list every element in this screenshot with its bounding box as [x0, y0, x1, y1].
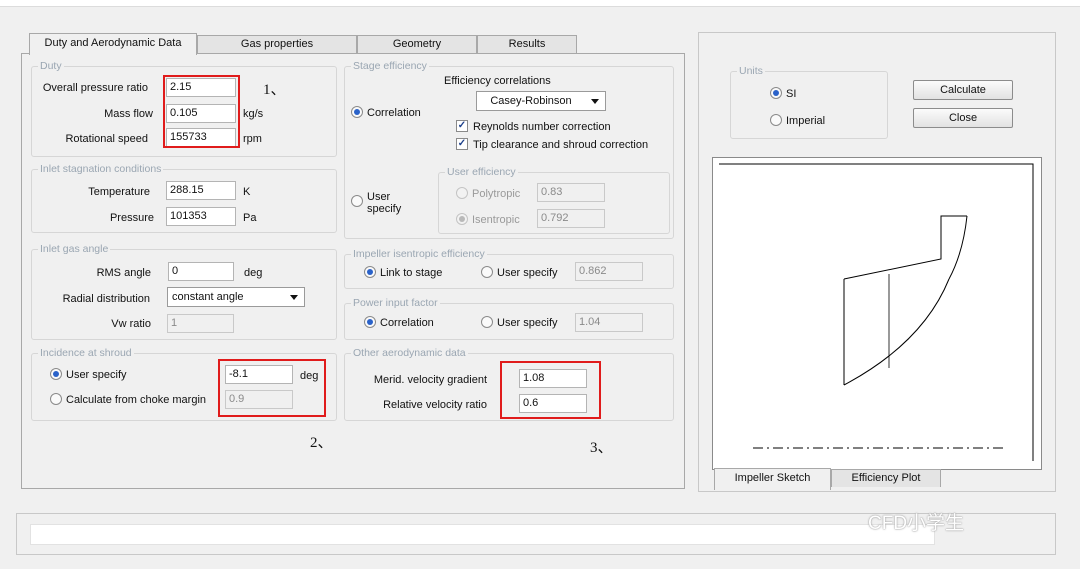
mass-flow-label: Mass flow	[104, 108, 153, 120]
impeller-user-radio[interactable]	[481, 266, 493, 278]
reynolds-checkbox[interactable]: ✓	[456, 120, 468, 132]
incidence-user-radio[interactable]	[50, 368, 62, 380]
duty-title: Duty	[38, 60, 64, 73]
radial-distribution-label: Radial distribution	[62, 293, 150, 305]
stage-efficiency-title: Stage efficiency	[351, 60, 429, 73]
merid-gradient-label: Merid. velocity gradient	[373, 374, 487, 386]
efficiency-correlations-title: Efficiency correlations	[444, 75, 551, 87]
pressure-input[interactable]: 101353	[166, 207, 236, 226]
calculate-button[interactable]: Calculate	[913, 80, 1013, 100]
inlet-gas-angle-title: Inlet gas angle	[38, 243, 111, 256]
impeller-profile	[843, 215, 967, 385]
relative-velocity-label: Relative velocity ratio	[383, 399, 487, 411]
temperature-input[interactable]: 288.15	[166, 181, 236, 200]
power-correlation-label: Correlation	[380, 317, 434, 329]
close-button[interactable]: Close	[913, 108, 1013, 128]
incidence-title: Incidence at shroud	[38, 347, 134, 360]
pressure-ratio-label: Overall pressure ratio	[42, 82, 148, 94]
power-user-label: User specify	[497, 317, 558, 329]
highlight-box-other-aero	[500, 361, 601, 419]
tab-impeller-sketch[interactable]: Impeller Sketch	[714, 468, 831, 490]
power-user-radio[interactable]	[481, 316, 493, 328]
rotational-speed-unit: rpm	[243, 133, 262, 145]
annotation-1: 1、	[263, 82, 286, 98]
polytropic-label: Polytropic	[472, 188, 521, 200]
status-bar	[30, 524, 935, 545]
units-imperial-radio[interactable]	[770, 114, 782, 126]
efficiency-correlation-value: Casey-Robinson	[490, 95, 572, 107]
power-correlation-radio[interactable]	[364, 316, 376, 328]
isentropic-radio[interactable]	[456, 213, 468, 225]
tip-clearance-label: Tip clearance and shroud correction	[473, 139, 649, 151]
polytropic-radio[interactable]	[456, 187, 468, 199]
tab-results[interactable]: Results	[477, 35, 577, 54]
mass-flow-unit: kg/s	[243, 108, 264, 120]
highlight-box-incidence	[218, 359, 326, 417]
reynolds-label: Reynolds number correction	[473, 121, 611, 133]
stage-user-label-2: specify	[367, 203, 402, 215]
other-aero-title: Other aerodynamic data	[351, 347, 468, 360]
impeller-efficiency-title: Impeller isentropic efficiency	[351, 248, 487, 261]
incidence-choke-radio[interactable]	[50, 393, 62, 405]
power-input-input[interactable]: 1.04	[575, 313, 643, 332]
annotation-2: 2、	[310, 435, 333, 451]
user-efficiency-title: User efficiency	[445, 166, 518, 179]
stage-correlation-radio[interactable]	[351, 106, 363, 118]
units-si-radio[interactable]	[770, 87, 782, 99]
tip-clearance-checkbox[interactable]: ✓	[456, 138, 468, 150]
chevron-down-icon	[290, 295, 298, 300]
impeller-profile	[843, 278, 950, 386]
stage-user-radio[interactable]	[351, 195, 363, 207]
temperature-label: Temperature	[88, 186, 150, 198]
impeller-sketch-canvas	[712, 157, 1042, 470]
incidence-choke-label: Calculate from choke margin	[66, 394, 207, 406]
annotation-3: 3、	[590, 440, 613, 456]
tab-gas-properties[interactable]: Gas properties	[197, 35, 357, 54]
chevron-down-icon	[591, 99, 599, 104]
polytropic-input[interactable]: 0.83	[537, 183, 605, 202]
units-title: Units	[737, 65, 765, 78]
impeller-efficiency-input[interactable]: 0.862	[575, 262, 643, 281]
temperature-unit: K	[243, 186, 251, 198]
rotational-speed-label: Rotational speed	[65, 133, 148, 145]
units-group: Units	[730, 65, 888, 139]
impeller-sketch-drawing	[719, 163, 1034, 461]
impeller-user-label: User specify	[497, 267, 558, 279]
sketch-frame	[719, 163, 1034, 461]
stage-correlation-label: Correlation	[367, 107, 421, 119]
rms-angle-label: RMS angle	[96, 267, 151, 279]
impeller-link-radio[interactable]	[364, 266, 376, 278]
vw-ratio-label: Vw ratio	[111, 318, 151, 330]
incidence-user-label: User specify	[66, 369, 127, 381]
rms-angle-input[interactable]: 0	[168, 262, 234, 281]
vw-ratio-input[interactable]: 1	[167, 314, 234, 333]
impeller-link-label: Link to stage	[380, 267, 443, 279]
radial-distribution-value: constant angle	[172, 291, 244, 303]
tab-efficiency-plot[interactable]: Efficiency Plot	[831, 469, 941, 487]
units-imperial-label: Imperial	[786, 115, 826, 127]
pressure-label: Pressure	[109, 212, 154, 224]
pressure-unit: Pa	[243, 212, 257, 224]
isentropic-input[interactable]: 0.792	[537, 209, 605, 228]
units-si-label: SI	[786, 88, 797, 100]
watermark-text: CFD小学生	[868, 513, 965, 534]
highlight-box-duty	[163, 75, 240, 148]
impeller-profile	[948, 215, 968, 280]
tab-geometry[interactable]: Geometry	[357, 35, 477, 54]
rms-angle-unit: deg	[244, 267, 263, 279]
isentropic-label: Isentropic	[472, 214, 520, 226]
efficiency-correlation-select[interactable]: Casey-Robinson	[476, 91, 606, 111]
radial-distribution-select[interactable]: constant angle	[167, 287, 305, 307]
tab-duty-aero[interactable]: Duty and Aerodynamic Data	[29, 33, 197, 55]
inlet-stagnation-title: Inlet stagnation conditions	[38, 163, 164, 176]
power-input-title: Power input factor	[351, 297, 440, 310]
